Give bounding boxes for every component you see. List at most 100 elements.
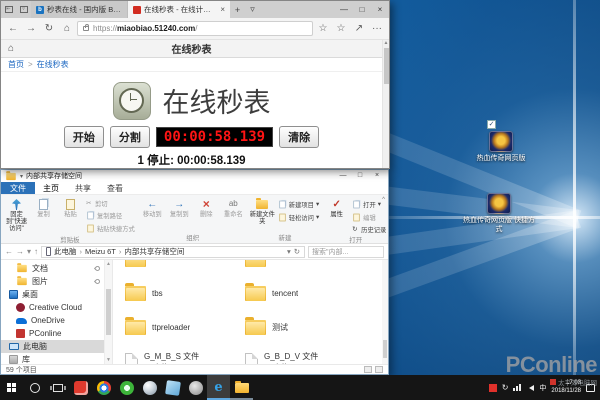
desktop-shortcut-game-1[interactable]: 热血传奇网页版 xyxy=(462,131,540,163)
file-tile-tbs[interactable]: tbs xyxy=(125,276,245,310)
properties-button[interactable]: ✓ 属性 xyxy=(323,196,350,219)
tab-list-dropdown-icon[interactable]: ▿ xyxy=(245,1,260,18)
tray-red-app-icon[interactable] xyxy=(488,383,497,392)
details-view-icon[interactable] xyxy=(364,366,372,373)
taskbar-edge-button[interactable]: e xyxy=(207,375,230,400)
set-aside-tabs-icon[interactable]: ⇤ xyxy=(1,1,16,18)
path-segment-storage[interactable]: 内部共享存储空间 xyxy=(124,247,184,257)
explorer-close-button[interactable]: × xyxy=(370,170,384,182)
taskbar-app-green[interactable] xyxy=(115,375,138,400)
task-view-button[interactable] xyxy=(46,375,69,400)
minimize-button[interactable]: — xyxy=(335,1,353,18)
network-icon[interactable] xyxy=(513,384,522,391)
paste-shortcut-button[interactable]: 粘贴快捷方式 xyxy=(86,223,135,234)
tab-close-icon[interactable]: × xyxy=(218,5,225,14)
home-icon[interactable]: ⌂ xyxy=(59,23,75,34)
taskbar-app-sphere[interactable] xyxy=(138,375,161,400)
paste-button[interactable]: 粘贴 xyxy=(57,196,84,219)
scrollbar-thumb[interactable] xyxy=(383,340,387,358)
file-tile-tencent[interactable]: tencent xyxy=(245,276,365,310)
path-dropdown-icon[interactable]: ▾ xyxy=(287,247,291,256)
menu-view[interactable]: 查看 xyxy=(99,182,131,194)
sync-icon[interactable]: ↻ xyxy=(502,383,509,392)
maximize-button[interactable]: □ xyxy=(353,1,371,18)
scroll-up-icon[interactable]: ▲ xyxy=(383,40,389,47)
taskbar-explorer-button[interactable] xyxy=(230,375,253,400)
file-tile-partial[interactable] xyxy=(245,260,365,276)
browser-tab-bing[interactable]: b 秒表在线 - 国内版 Bing xyxy=(31,1,128,18)
explorer-history-dropdown-icon[interactable]: ▾ xyxy=(27,247,31,256)
tab-preview-icon[interactable]: ▿ xyxy=(16,1,31,18)
sidebar-item-creative-cloud[interactable]: Creative Cloud xyxy=(1,301,112,314)
sidebar-item-documents[interactable]: 文档 xyxy=(1,262,112,275)
file-tile-gmbs[interactable]: G_M_B_S 文件 65 字节 xyxy=(125,344,245,364)
start-button[interactable]: 开始 xyxy=(63,126,104,148)
browser-tab-stopwatch[interactable]: 在线秒表 - 在线计时器 × xyxy=(128,1,230,18)
site-home-icon[interactable]: ⌂ xyxy=(8,43,14,54)
scroll-up-icon[interactable]: ▲ xyxy=(106,261,111,267)
explorer-up-icon[interactable]: ↑ xyxy=(34,247,38,256)
sidebar-item-libraries[interactable]: 库 xyxy=(1,353,112,366)
taskbar-app-blue[interactable] xyxy=(161,375,184,400)
explorer-path-box[interactable]: 此电脑 › Meizu 6T › 内部共享存储空间 ▾ ↻ xyxy=(41,245,305,258)
desktop-shortcut-game-2[interactable]: 热血传奇网页版 快捷方式 xyxy=(460,193,538,234)
ribbon-collapse-icon[interactable]: ^ xyxy=(382,197,385,203)
new-item-button[interactable]: 新建项目 ▾ xyxy=(278,199,319,210)
explorer-minimize-button[interactable]: — xyxy=(336,170,350,182)
address-bar[interactable]: https://miaobiao.51240.com/ xyxy=(77,21,313,36)
menu-share[interactable]: 共享 xyxy=(67,182,99,194)
rename-button[interactable]: ab 重命名 xyxy=(220,196,247,219)
ime-indicator[interactable]: 中 xyxy=(539,383,546,393)
action-center-icon[interactable] xyxy=(586,383,595,392)
menu-file[interactable]: 文件 xyxy=(1,182,35,194)
copy-path-button[interactable]: 复制路径 xyxy=(86,210,135,221)
sidebar-item-this-pc[interactable]: 此电脑 xyxy=(1,340,112,353)
explorer-maximize-button[interactable]: □ xyxy=(353,170,367,182)
file-tile-gbdv[interactable]: G_B_D_V 文件 45 字节 xyxy=(245,344,365,364)
sidebar-item-onedrive[interactable]: OneDrive xyxy=(1,314,112,327)
explorer-back-icon[interactable]: ← xyxy=(5,247,13,256)
taskbar-clock[interactable]: 17:03 2018/11/28 xyxy=(551,380,581,395)
cortana-button[interactable] xyxy=(23,375,46,400)
menu-home[interactable]: 主页 xyxy=(35,182,67,194)
path-refresh-icon[interactable]: ↻ xyxy=(294,247,300,256)
path-segment-device[interactable]: Meizu 6T xyxy=(85,247,116,256)
favorite-star-icon[interactable]: ☆ xyxy=(315,23,331,34)
refresh-icon[interactable]: ↻ xyxy=(41,23,57,34)
easy-access-button[interactable]: 轻松访问 ▾ xyxy=(278,212,319,223)
desktop-icon-checkbox[interactable]: ✓ xyxy=(487,120,496,129)
explorer-search-input[interactable]: 搜索"内部... xyxy=(308,245,384,258)
edit-button[interactable]: 编辑 xyxy=(352,212,386,223)
explorer-forward-icon[interactable]: → xyxy=(16,247,24,256)
clear-button[interactable]: 清除 xyxy=(279,126,320,148)
file-tile-partial[interactable] xyxy=(125,260,245,276)
thumbnails-view-icon[interactable] xyxy=(375,366,383,373)
more-options-icon[interactable]: ··· xyxy=(369,23,385,34)
path-segment-this-pc[interactable]: 此电脑 xyxy=(54,247,77,257)
breadcrumb-current-link[interactable]: 在线秒表 xyxy=(37,59,69,70)
scroll-down-icon[interactable]: ▼ xyxy=(106,357,111,363)
history-button[interactable]: ↻ 历史记录 xyxy=(352,225,386,234)
move-to-button[interactable]: ← 移动到 xyxy=(139,196,166,219)
new-tab-button[interactable]: + xyxy=(230,1,245,18)
scrollbar-thumb[interactable] xyxy=(384,48,389,84)
breadcrumb-home-link[interactable]: 首页 xyxy=(8,59,24,70)
file-tile-ttpreloader[interactable]: ttpreloader xyxy=(125,310,245,344)
close-button[interactable]: × xyxy=(371,1,389,18)
scrollbar-thumb[interactable] xyxy=(106,289,111,335)
taskbar-app-red[interactable] xyxy=(69,375,92,400)
hub-icon[interactable]: ☆ xyxy=(333,23,349,34)
back-icon[interactable]: ← xyxy=(5,23,21,34)
copy-to-button[interactable]: → 复制到 xyxy=(166,196,193,219)
sidebar-item-pconline[interactable]: PConline xyxy=(1,327,112,340)
delete-button[interactable]: × 删除 xyxy=(193,196,220,219)
taskbar-app-gray[interactable] xyxy=(184,375,207,400)
start-button[interactable] xyxy=(0,375,23,400)
page-scrollbar[interactable]: ▲ xyxy=(382,40,389,168)
share-icon[interactable]: ↗ xyxy=(351,23,367,34)
copy-button[interactable]: 复制 xyxy=(30,196,57,219)
forward-icon[interactable]: → xyxy=(23,23,39,34)
pin-to-quick-access-button[interactable]: 固定到"快速访问" xyxy=(3,196,30,233)
sidebar-item-desktop[interactable]: 桌面 xyxy=(1,288,112,301)
file-tile-ceshi[interactable]: 测试 xyxy=(245,310,365,344)
